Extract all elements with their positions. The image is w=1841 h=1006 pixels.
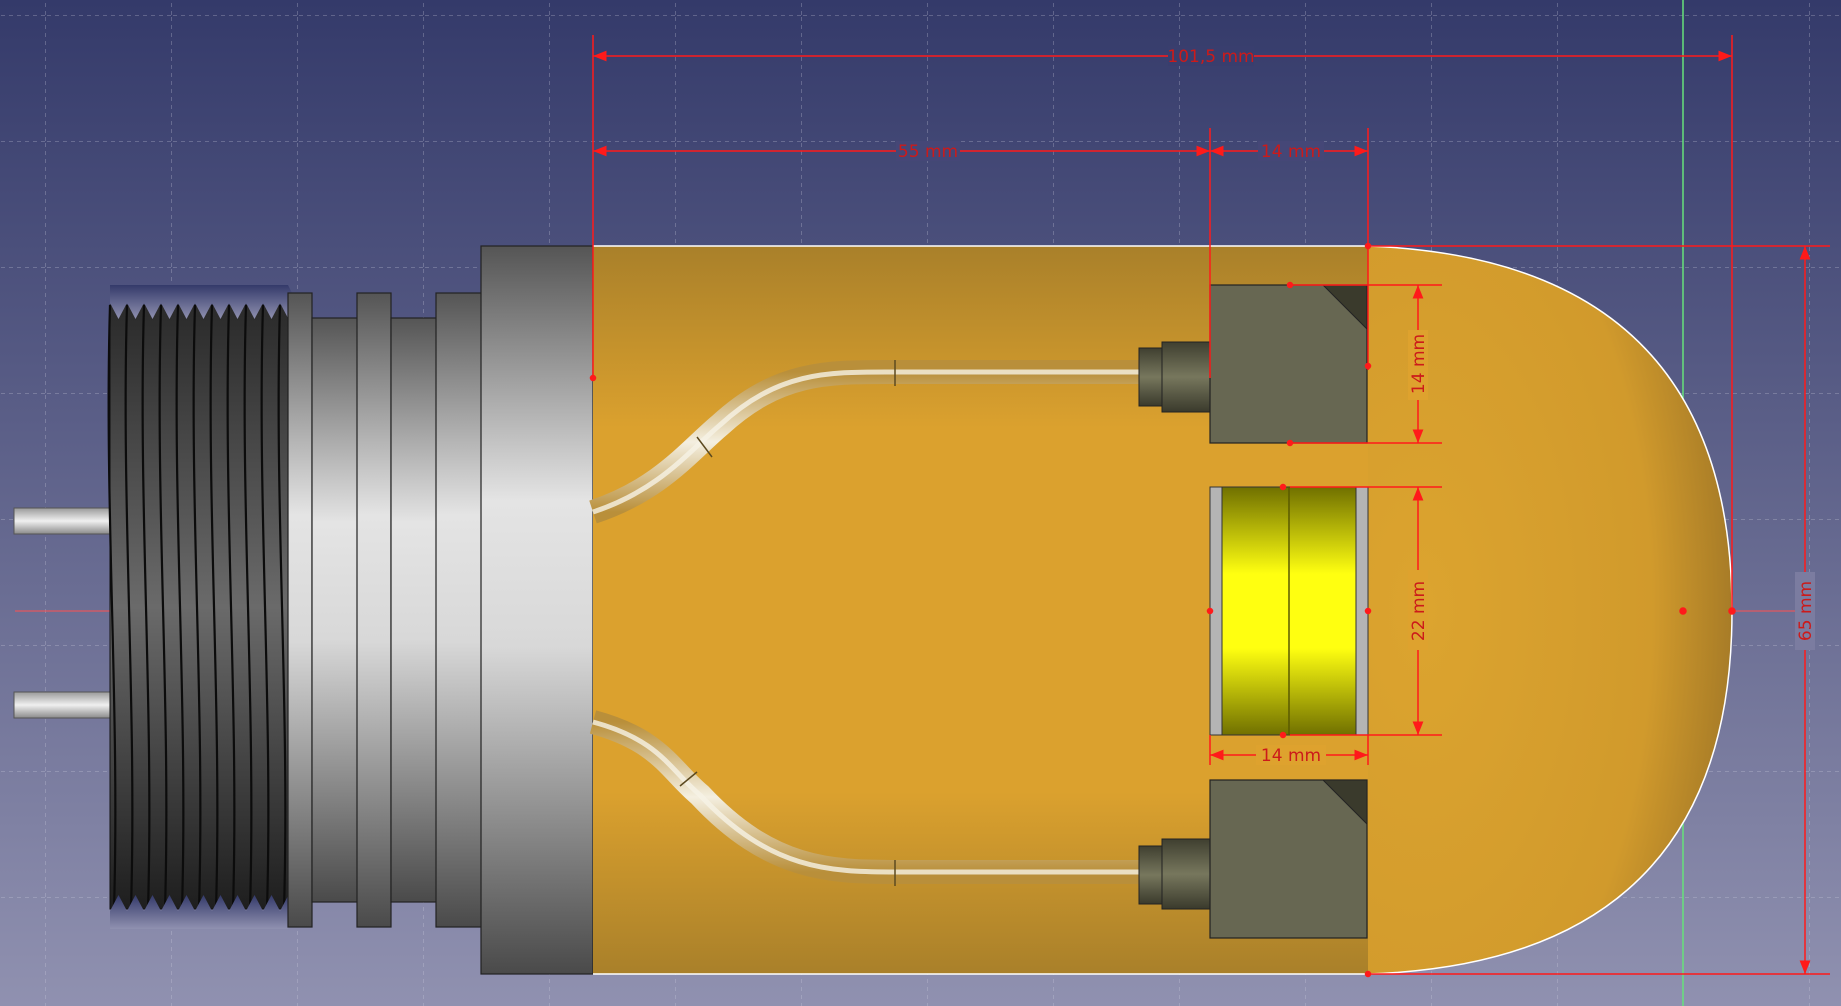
label-block-height: 14 mm (1409, 334, 1429, 394)
upper-block[interactable] (1209, 284, 1368, 444)
base-flange[interactable] (480, 245, 594, 975)
threaded-connector[interactable] (107, 285, 297, 929)
lower-plug-inner[interactable] (1161, 838, 1211, 910)
label-block-width-top: 14 mm (1261, 142, 1321, 162)
label-overall-height: 65 mm (1796, 581, 1816, 641)
pin-lower[interactable] (13, 691, 115, 719)
upper-plug-inner[interactable] (1161, 341, 1211, 413)
lower-plug-outer[interactable] (1138, 845, 1164, 905)
cad-3d-viewport[interactable]: 101,5 mm 55 mm 14 mm 14 mm 22 mm 14 mm 6… (0, 0, 1841, 1006)
neck-ring-3[interactable] (435, 292, 483, 928)
magnet-assembly[interactable] (1209, 486, 1369, 736)
label-base-to-block: 55 mm (898, 142, 958, 162)
upper-plug-outer[interactable] (1138, 347, 1164, 407)
label-magnet-height: 22 mm (1409, 581, 1429, 641)
neck-segment-1[interactable] (311, 317, 359, 903)
metal-body[interactable] (287, 245, 594, 975)
thread-crest-top (110, 285, 297, 319)
lower-block[interactable] (1209, 779, 1368, 939)
pin-upper[interactable] (13, 507, 115, 535)
label-overall-length: 101,5 mm (1167, 47, 1254, 67)
neck-ring-1[interactable] (287, 292, 313, 928)
neck-segment-2[interactable] (390, 317, 438, 903)
thread-crest-bottom (110, 895, 297, 929)
neck-ring-2[interactable] (356, 292, 392, 928)
label-magnet-width: 14 mm (1261, 746, 1321, 766)
